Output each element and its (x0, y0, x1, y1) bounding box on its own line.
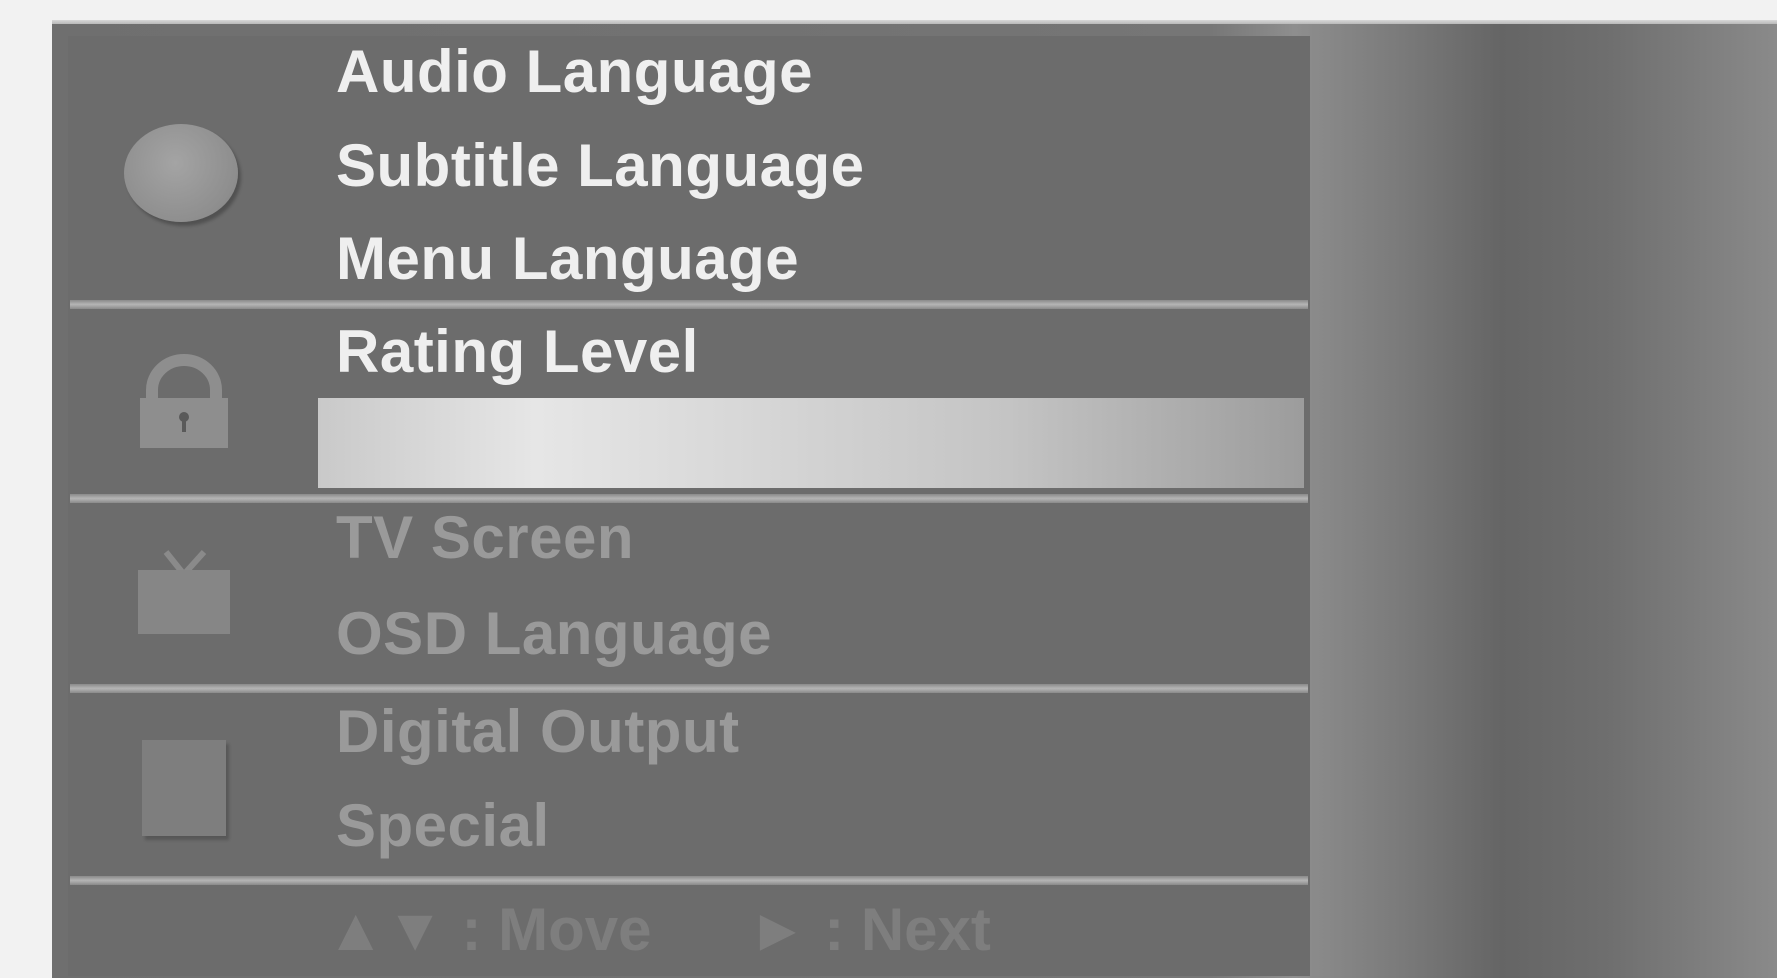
section-divider (70, 876, 1308, 885)
footer-next-hint: ► : Next (748, 896, 991, 963)
menu-item-menu-language[interactable]: Menu Language (336, 215, 799, 303)
footer-move-hint: ▲▼ : Move (326, 896, 652, 963)
menu-item-osd-language[interactable]: OSD Language (336, 590, 772, 678)
menu-item-rating-level[interactable]: Rating Level (336, 308, 699, 396)
menu-item-subtitle-language[interactable]: Subtitle Language (336, 122, 865, 210)
disc-icon (124, 124, 238, 222)
section-divider (70, 494, 1308, 503)
lock-icon (134, 354, 234, 450)
tv-icon (134, 548, 234, 640)
menu-item-audio-language[interactable]: Audio Language (336, 28, 813, 116)
other-settings-icon (142, 740, 226, 836)
menu-item-digital-output[interactable]: Digital Output (336, 688, 740, 776)
menu-item-tv-screen[interactable]: TV Screen (336, 494, 634, 582)
menu-item-special[interactable]: Special (336, 782, 550, 870)
footer-hint: ▲▼ : Move ► : Next (326, 890, 991, 970)
selection-highlight[interactable] (318, 398, 1304, 488)
